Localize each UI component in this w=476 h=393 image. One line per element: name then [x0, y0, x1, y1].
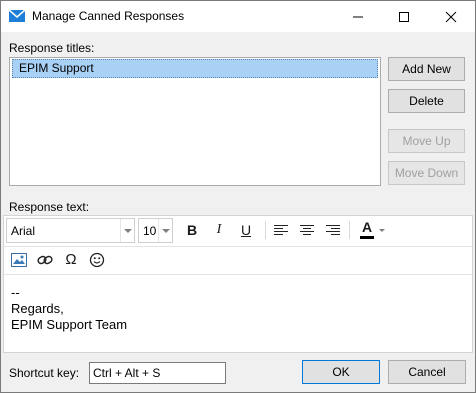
close-icon	[445, 11, 457, 23]
add-new-button[interactable]: Add New	[388, 57, 465, 81]
emoji-icon[interactable]	[87, 250, 107, 270]
content-line: EPIM Support Team	[11, 317, 128, 332]
envelope-icon	[9, 10, 25, 22]
manage-canned-responses-dialog: Manage Canned Responses Response titles:…	[0, 0, 476, 393]
bold-icon[interactable]: B	[182, 220, 202, 240]
chevron-down-icon	[120, 219, 134, 242]
toolbar-separator	[349, 221, 350, 239]
toolbar-separator	[265, 221, 266, 239]
font-family-select[interactable]: Arial	[6, 218, 135, 243]
title-bar: Manage Canned Responses	[1, 1, 475, 32]
align-left-icon[interactable]	[271, 220, 291, 240]
underline-icon[interactable]: U	[236, 220, 256, 240]
minimize-button[interactable]	[335, 1, 381, 32]
content-line: Regards,	[11, 301, 64, 316]
response-titles-list[interactable]: EPIM Support	[9, 57, 381, 186]
editor-content[interactable]: -- Regards, EPIM Support Team	[4, 275, 472, 352]
response-text-label: Response text:	[9, 200, 90, 214]
move-down-button[interactable]: Move Down	[388, 161, 465, 185]
chevron-down-icon	[379, 229, 385, 232]
maximize-icon	[399, 12, 409, 22]
font-color-swatch	[360, 236, 374, 239]
font-size-value: 10	[143, 224, 157, 238]
font-color-dropdown[interactable]	[377, 220, 387, 240]
special-character-icon[interactable]: Ω	[61, 250, 81, 270]
font-color-icon[interactable]: A	[357, 219, 377, 239]
content-line: --	[11, 285, 20, 300]
shortcut-key-label: Shortcut key:	[9, 366, 80, 380]
close-button[interactable]	[428, 1, 474, 32]
move-up-button[interactable]: Move Up	[388, 129, 465, 153]
shortcut-key-field[interactable]: Ctrl + Alt + S	[89, 362, 226, 384]
chevron-down-icon	[158, 219, 172, 242]
font-family-value: Arial	[11, 224, 36, 238]
toolbar-divider	[4, 246, 472, 247]
align-center-icon[interactable]	[297, 220, 317, 240]
response-text-editor: Arial 10 B I U A Ω -- Regards, EPIM Supp…	[3, 215, 473, 353]
font-size-select[interactable]: 10	[138, 218, 173, 243]
minimize-icon	[353, 16, 363, 18]
window-title: Manage Canned Responses	[32, 9, 185, 23]
align-right-icon[interactable]	[323, 220, 343, 240]
delete-button[interactable]: Delete	[388, 89, 465, 113]
list-item[interactable]: EPIM Support	[12, 59, 378, 78]
insert-link-icon[interactable]	[35, 250, 55, 270]
insert-image-icon[interactable]	[9, 250, 29, 270]
italic-icon[interactable]: I	[209, 220, 229, 240]
maximize-button[interactable]	[381, 1, 427, 32]
ok-button[interactable]: OK	[302, 360, 380, 384]
cancel-button[interactable]: Cancel	[388, 360, 466, 384]
response-titles-label: Response titles:	[9, 41, 95, 55]
